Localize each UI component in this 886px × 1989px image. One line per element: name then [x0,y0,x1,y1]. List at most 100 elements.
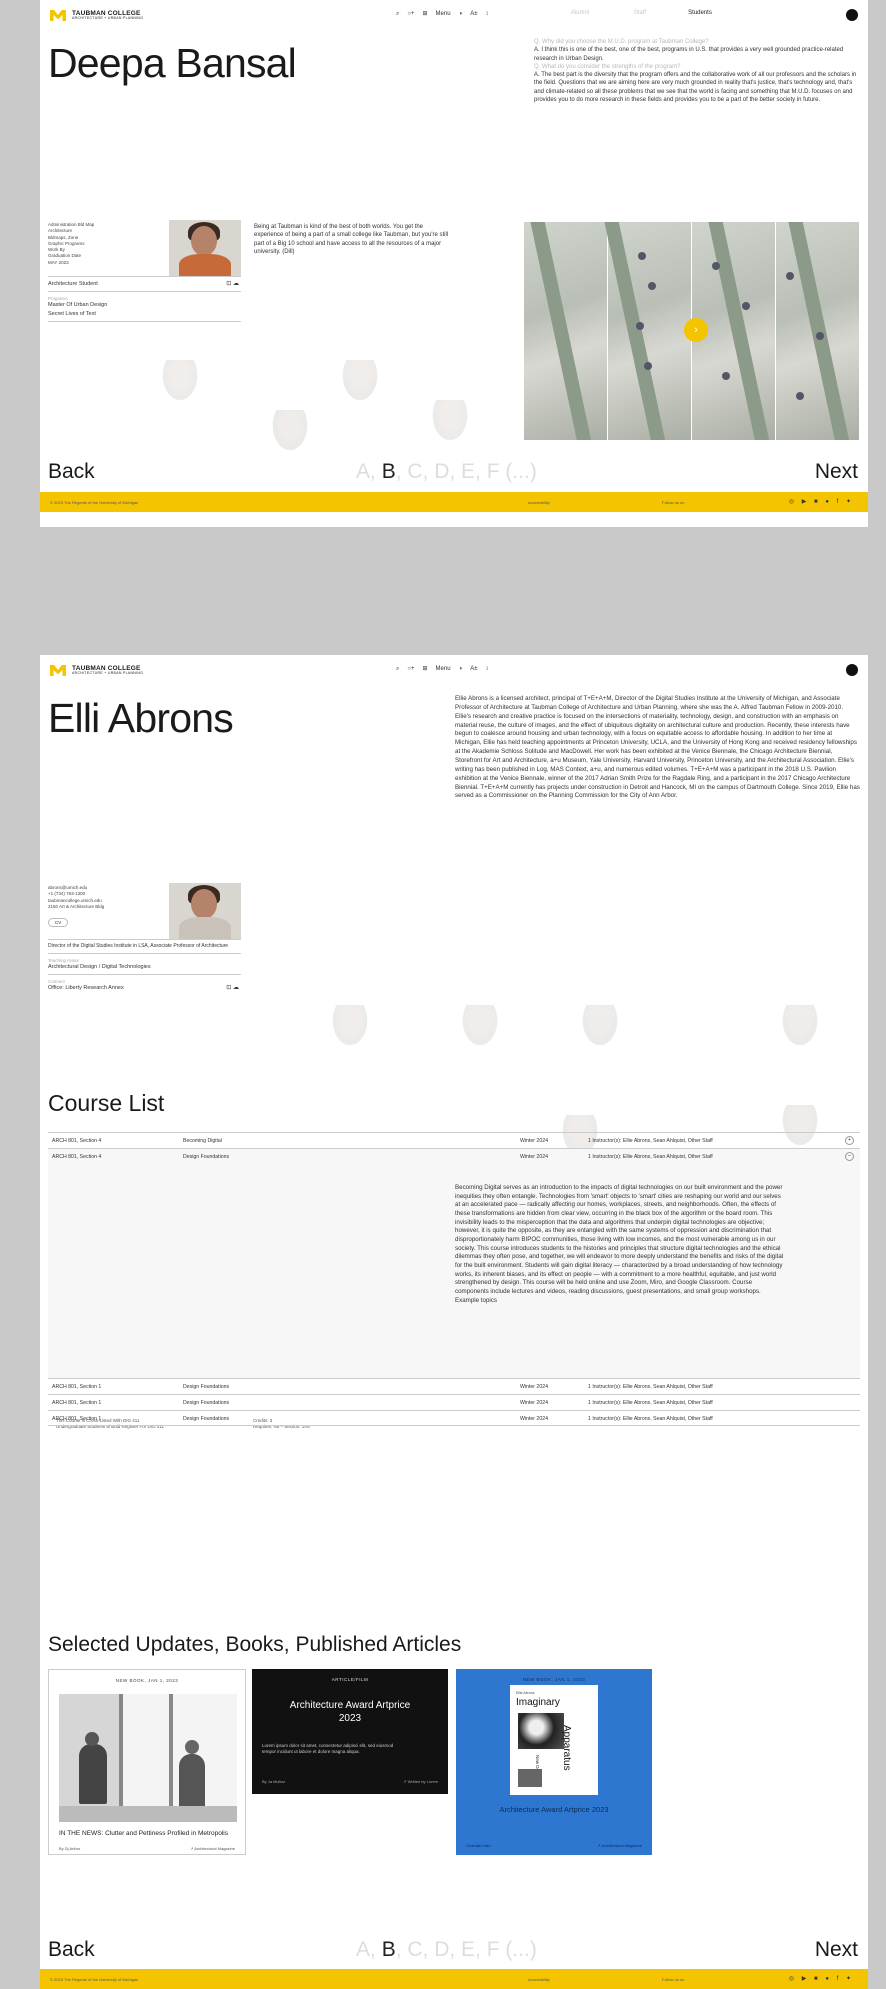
accessibility-link[interactable]: Accessibility [528,500,550,505]
account-dot-icon[interactable] [846,9,858,21]
answer-text: A. The best part is the diversity that t… [534,72,857,103]
alphabet-pager[interactable]: A, B, C, D, E, F (...) [356,1938,537,1962]
publications-grid: NEW BOOK, JAN 1, 2023 IN THE NEWS: Clutt… [48,1669,848,1855]
letter-active[interactable]: B [382,1938,396,1961]
course-list-heading: Course List [48,1090,165,1116]
cv-button[interactable]: CV [48,918,69,928]
profile-screen-deepa: TAUBMAN COLLEGE ARCHITECTURE + URBAN PLA… [40,0,868,527]
nav-controls: ⌕ ○+ ⊞ Menu ◑ A± ↕ [396,665,496,673]
footer: © 2023 The Regents of the University of … [40,492,868,512]
search-icon[interactable]: ⌕ [396,11,399,17]
publication-card[interactable]: NEW BOOK, JAN 1, 2023 IN THE NEWS: Clutt… [48,1669,246,1855]
role-tabs: Alumni Staff Students [550,10,730,16]
interview-qa: Q. Why did you choose the M.U.D. program… [524,38,860,104]
back-button[interactable]: Back [48,1938,95,1962]
tab-staff[interactable]: Staff [610,10,670,16]
add-icon[interactable]: ○+ [407,666,414,672]
external-link[interactable]: ↗ Written by Lorem [403,1779,438,1784]
course-table: ARCH 801, Section 4 Becoming Digital Win… [48,1132,860,1429]
award-title: Architecture Award Artprice 2023 [499,1805,609,1814]
course-description: Becoming Digital serves as an introducti… [455,1184,784,1304]
copyright: © 2023 The Regents of the University of … [50,1977,139,1982]
search-icon[interactable]: ⌕ [396,666,399,672]
back-button[interactable]: Back [48,460,95,484]
top-nav: TAUBMAN COLLEGE ARCHITECTURE + URBAN PLA… [40,0,868,32]
font-size-button[interactable]: A± [470,11,477,17]
table-row[interactable]: ARCH 801, Section 4 Design Foundations W… [48,1148,860,1429]
accessibility-link[interactable]: Accessibility [528,1977,550,1982]
add-icon[interactable]: ○+ [407,11,414,17]
faculty-bio: Ellie Abrons is a licensed architect, pr… [455,695,860,800]
grid-icon[interactable]: ⊞ [423,666,428,672]
next-button[interactable]: Next [815,1938,858,1962]
profile-role: Architecture Student [48,281,98,288]
share-icon[interactable]: ⊡ ☁ [226,984,239,991]
college-logo[interactable]: TAUBMAN COLLEGE ARCHITECTURE + URBAN PLA… [50,10,143,21]
sort-icon[interactable]: ↕ [485,11,488,17]
gallery-panel [776,222,860,440]
office-location: Office: Liberty Research Annex [48,985,124,992]
social-icons[interactable]: ◎ ▶ ■ ● f ✦ [789,498,854,505]
copyright: © 2023 The Regents of the University of … [50,500,139,505]
profile-card: Administration Bld Map Architecture Bldm… [48,216,241,325]
external-link[interactable]: ↗ Architectural Magazine [597,1843,642,1848]
top-nav: TAUBMAN COLLEGE ARCHITECTURE + URBAN PLA… [40,655,868,687]
tab-students[interactable]: Students [670,10,730,16]
table-row[interactable]: ARCH 801, Section 4 Becoming Digital Win… [48,1132,860,1148]
publication-title: IN THE NEWS: Clutter and Pettiness Profi… [59,1830,228,1837]
sort-icon[interactable]: ↕ [485,666,488,672]
block-m-icon [50,10,66,21]
nav-controls: ⌕ ○+ ⊞ Menu ◑ A± ↕ [396,10,496,18]
teaching-area: Architectural Design / Digital Technolog… [48,964,151,971]
profile-card: abrons@umich.edu +1 (734) 763-1300 taubm… [48,879,241,993]
page-title: Deepa Bansal [48,40,297,86]
tab-alumni[interactable]: Alumni [550,10,610,16]
publications-heading: Selected Updates, Books, Published Artic… [48,1633,462,1656]
external-link[interactable]: ↗ Architectural Magazine [190,1846,235,1851]
block-m-icon [50,665,66,676]
award-title: Architecture Award Artprice 2023 [289,1700,411,1724]
contrast-icon[interactable]: ◑ [459,666,463,672]
menu-button[interactable]: Menu [436,666,451,672]
share-icon[interactable]: ⊡ ☁ [226,280,239,287]
table-row[interactable]: ARCH 801, Section 1 Design Foundations W… [48,1394,860,1410]
social-icons[interactable]: ◎ ▶ ■ ● f ✦ [789,1975,854,1982]
logo-subtitle: ARCHITECTURE + URBAN PLANNING [72,16,144,20]
logo-subtitle: ARCHITECTURE + URBAN PLANNING [72,671,144,675]
publication-card[interactable]: ARTICLE/FILM Architecture Award Artprice… [252,1669,448,1794]
table-row[interactable]: ARCH 801, Section 1 Design Foundations W… [48,1378,860,1394]
alphabet-pager[interactable]: A, B, C, D, E, F (...) [356,460,537,484]
profile-screen-elli: TAUBMAN COLLEGE ARCHITECTURE + URBAN PLA… [40,655,868,1989]
collapse-icon[interactable]: – [845,1152,854,1161]
profile-info: Administration Bld Map Architecture Bldm… [48,222,95,265]
gallery-panel [603,222,692,440]
page-title: Elli Abrons [48,695,234,741]
college-logo[interactable]: TAUBMAN COLLEGE ARCHITECTURE + URBAN PLA… [50,665,143,676]
program-item[interactable]: Master Of Urban Design [48,301,241,309]
font-size-button[interactable]: A± [470,666,477,672]
project-gallery[interactable]: › [524,222,860,440]
contrast-icon[interactable]: ◑ [459,11,463,17]
profile-photo [169,220,241,276]
account-dot-icon[interactable] [846,664,858,676]
program-item[interactable]: Secret Lives of Text [48,310,241,318]
footer: © 2023 The Regents of the University of … [40,1969,868,1989]
expand-icon[interactable]: + [845,1136,854,1145]
letter-active[interactable]: B [382,460,396,483]
follow-label: Follow us on [662,1977,685,1982]
follow-label: Follow us on [662,500,685,505]
publication-image [59,1694,237,1822]
book-cover: Ellie Abrons Imaginary Apparatus New Dat… [510,1685,598,1795]
grid-icon[interactable]: ⊞ [423,11,428,17]
gallery-panel [524,222,608,440]
profile-photo [169,883,241,939]
profile-info: abrons@umich.edu +1 (734) 763-1300 taubm… [48,885,105,909]
publication-card[interactable]: NEW BOOK, JAN 1, 2023 Ellie Abrons Imagi… [456,1669,652,1855]
student-quote: Being at Taubman is kind of the best of … [254,224,449,256]
table-row[interactable]: ARCH 801, Section 1 Design Foundations W… [48,1410,860,1426]
question-text: Q. What do you consider the strengths of… [534,63,681,70]
answer-text: A. I think this is one of the best, one … [534,47,844,62]
next-button[interactable]: Next [815,460,858,484]
menu-button[interactable]: Menu [436,11,451,17]
next-slide-arrow-icon[interactable]: › [684,318,708,342]
